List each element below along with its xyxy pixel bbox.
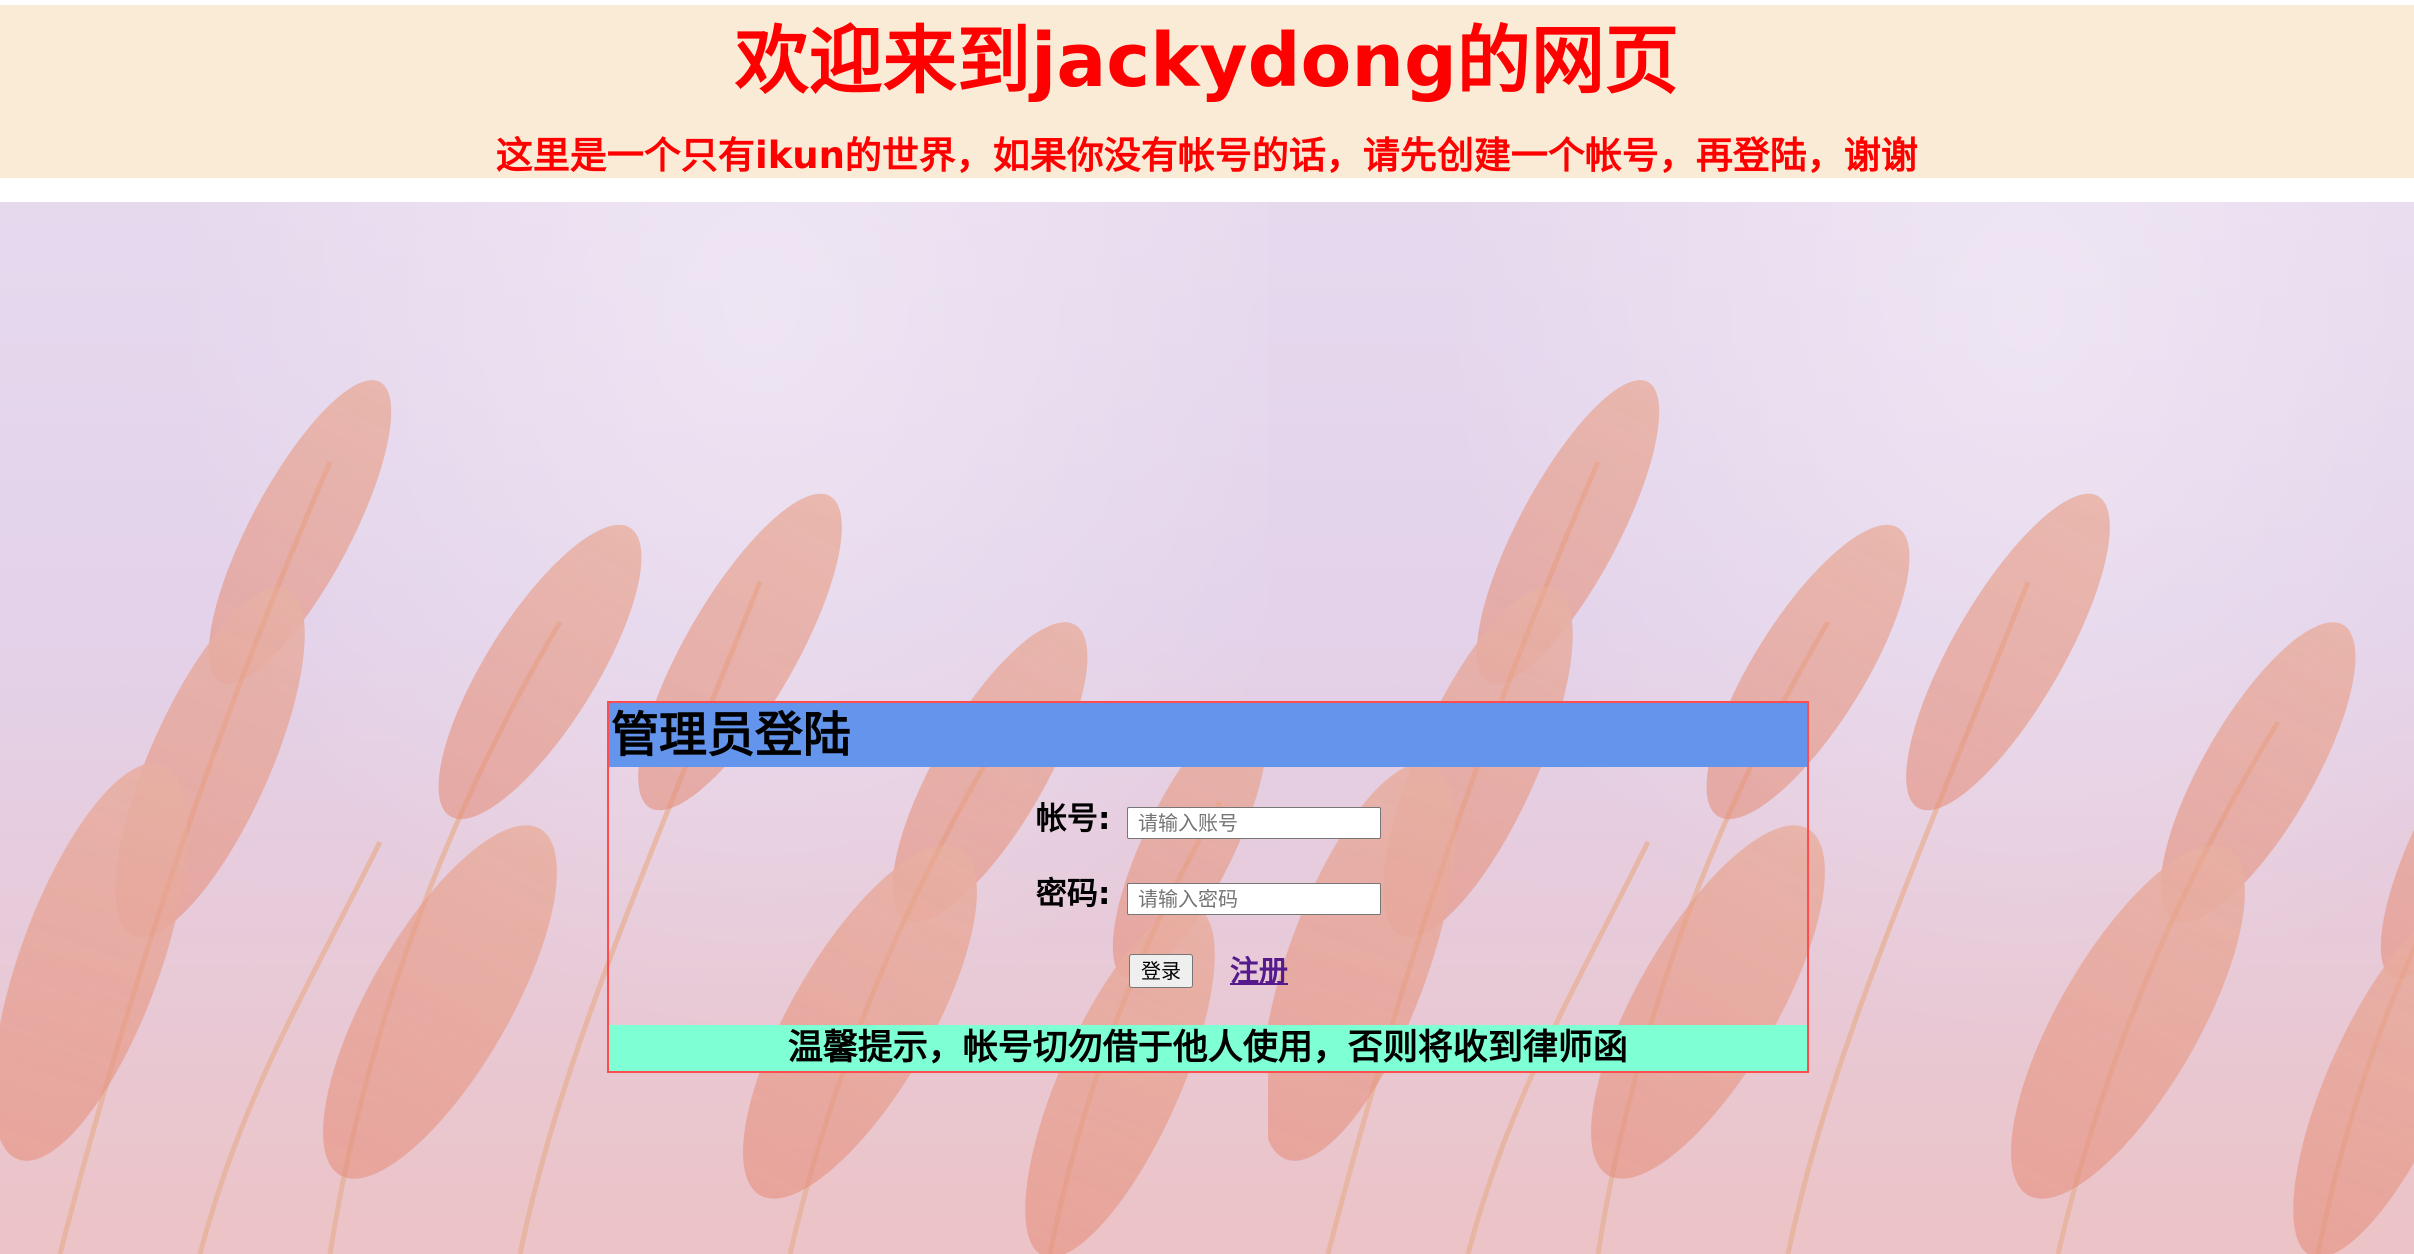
warning-tip: 温馨提示，帐号切勿借于他人使用，否则将收到律师函 <box>609 1025 1807 1071</box>
login-title: 管理员登陆 <box>609 703 1807 767</box>
page-title: 欢迎来到jackydong的网页 <box>734 18 1680 104</box>
login-panel: 管理员登陆 帐号: 密码: 登录 注册 温馨提示，帐号切勿借于他人使用，否则将收… <box>607 701 1809 1073</box>
account-label: 帐号: <box>1036 801 1111 837</box>
login-button[interactable]: 登录 <box>1129 954 1193 988</box>
page-header: 欢迎来到jackydong的网页 这里是一个只有ikun的世界，如果你没有帐号的… <box>0 5 2414 178</box>
password-label: 密码: <box>1036 876 1111 912</box>
account-input[interactable] <box>1127 807 1381 839</box>
page-subtitle: 这里是一个只有ikun的世界，如果你没有帐号的话，请先创建一个帐号，再登陆，谢谢 <box>496 134 1918 177</box>
password-input[interactable] <box>1127 883 1381 915</box>
register-link[interactable]: 注册 <box>1230 951 1288 991</box>
